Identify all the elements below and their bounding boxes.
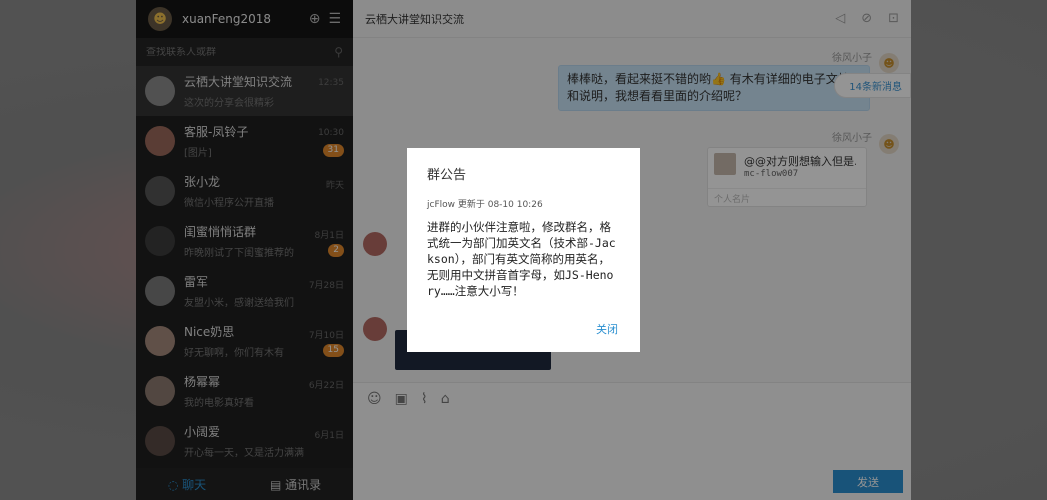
announcement-modal: 群公告 jcFlow 更新于 08-10 10:26 进群的小伙伴注意啦，修改群… xyxy=(407,148,640,352)
modal-meta: jcFlow 更新于 08-10 10:26 xyxy=(427,200,543,210)
announcement-text: 进群的小伙伴注意啦，修改群名，格式统一为部门加英文名（技术部-Jackson），… xyxy=(427,220,616,298)
close-button[interactable]: 关闭 xyxy=(596,321,618,337)
modal-title: 群公告 xyxy=(427,168,467,183)
